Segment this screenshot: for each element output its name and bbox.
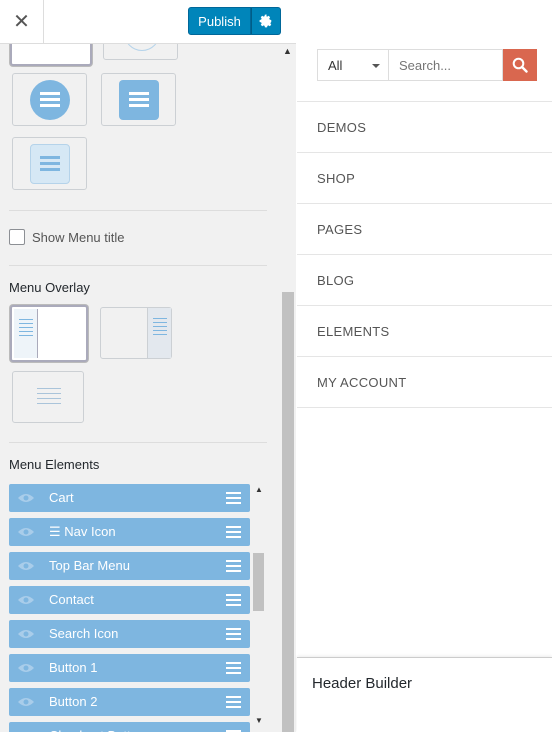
- customizer-topbar: ✕ Publish: [0, 0, 296, 44]
- square-menu-icon: [119, 80, 159, 120]
- scroll-down-arrow-icon[interactable]: ▼: [255, 716, 263, 725]
- eye-icon[interactable]: [17, 526, 35, 538]
- menu-element-label: ☰ Nav Icon: [49, 524, 116, 539]
- drag-handle-icon[interactable]: [226, 662, 241, 677]
- menu-overlay-title: Menu Overlay: [9, 280, 90, 295]
- show-menu-title-label: Show Menu title: [32, 230, 125, 245]
- menu-style-option-2[interactable]: [103, 44, 178, 60]
- menu-element-item[interactable]: Top Bar Menu: [9, 552, 250, 580]
- close-button[interactable]: ✕: [0, 0, 44, 43]
- show-menu-title-checkbox[interactable]: [9, 229, 25, 245]
- menu-elements-list: Cart ☰ Nav Icon Top Bar Menu Contact Search …: [9, 484, 250, 732]
- menu-elements-scroll-thumb[interactable]: [253, 553, 264, 611]
- search-icon: [512, 57, 528, 73]
- menu-style-option-circle[interactable]: [12, 73, 87, 126]
- nav-item[interactable]: BLOG: [297, 255, 552, 306]
- overlay-left-option[interactable]: [10, 305, 88, 362]
- search-button[interactable]: [503, 49, 537, 81]
- menu-style-option-outline[interactable]: [12, 137, 87, 190]
- nav-item[interactable]: ELEMENTS: [297, 306, 552, 357]
- overlay-full-icon: [37, 388, 61, 408]
- divider: [9, 210, 267, 211]
- header-builder-title: Header Builder: [312, 675, 413, 692]
- customizer-panel: ✕ Publish Show Menu title Menu Overlay M…: [0, 0, 296, 732]
- nav-item-label: ELEMENTS: [317, 324, 390, 339]
- panel-scroll-thumb[interactable]: [282, 292, 294, 732]
- nav-item-label: BLOG: [317, 273, 355, 288]
- divider: [9, 442, 267, 443]
- menu-element-label: Checkout Button: [49, 728, 145, 732]
- nav-item-label: DEMOS: [317, 120, 367, 135]
- nav-item-label: MY ACCOUNT: [317, 375, 407, 390]
- menu-element-label: Button 1: [49, 660, 98, 675]
- overlay-right-panel-icon: [147, 308, 171, 358]
- drag-handle-icon[interactable]: [226, 628, 241, 643]
- nav-item[interactable]: DEMOS: [297, 102, 552, 153]
- preview-header: All: [297, 0, 552, 102]
- menu-element-item[interactable]: Checkout Button: [9, 722, 250, 732]
- gear-icon: [259, 14, 272, 28]
- menu-element-label: Cart: [49, 490, 74, 505]
- menu-element-label: Search Icon: [49, 626, 119, 641]
- circle-icon: [124, 44, 160, 51]
- menu-style-option-square[interactable]: [101, 73, 176, 126]
- nav-item-label: SHOP: [317, 171, 356, 186]
- eye-icon[interactable]: [17, 492, 35, 504]
- drag-handle-icon[interactable]: [226, 696, 241, 711]
- scroll-up-arrow-icon[interactable]: ▲: [255, 485, 263, 494]
- drag-handle-icon[interactable]: [226, 594, 241, 609]
- category-select[interactable]: All: [317, 49, 389, 81]
- menu-elements-title: Menu Elements: [9, 457, 100, 472]
- chevron-down-icon: [372, 64, 380, 68]
- menu-element-label: Top Bar Menu: [49, 558, 130, 573]
- nav-item[interactable]: MY ACCOUNT: [297, 357, 552, 408]
- menu-element-item[interactable]: ☰ Nav Icon: [9, 518, 250, 546]
- overlay-full-option[interactable]: [12, 371, 84, 423]
- drag-handle-icon[interactable]: [226, 526, 241, 541]
- category-select-value: All: [328, 58, 343, 73]
- outline-menu-icon: [30, 144, 70, 184]
- nav-item[interactable]: SHOP: [297, 153, 552, 204]
- drag-handle-icon[interactable]: [226, 560, 241, 575]
- eye-icon[interactable]: [17, 560, 35, 572]
- menu-style-option-1[interactable]: [10, 44, 92, 66]
- menu-element-item[interactable]: Search Icon: [9, 620, 250, 648]
- menu-element-item[interactable]: Cart: [9, 484, 250, 512]
- eye-icon[interactable]: [17, 662, 35, 674]
- menu-element-label: Button 2: [49, 694, 98, 709]
- publish-button[interactable]: Publish: [188, 7, 251, 35]
- circle-menu-icon: [30, 80, 70, 120]
- overlay-left-panel-icon: [14, 309, 38, 358]
- menu-element-label: Contact: [49, 592, 94, 607]
- publish-settings-button[interactable]: [251, 7, 281, 35]
- panel-scroll-up-icon[interactable]: ▲: [283, 46, 292, 56]
- header-builder-bar[interactable]: Header Builder: [297, 657, 552, 732]
- eye-icon[interactable]: [17, 696, 35, 708]
- menu-element-item[interactable]: Button 1: [9, 654, 250, 682]
- overlay-right-option[interactable]: [100, 307, 172, 359]
- search-input[interactable]: [389, 49, 503, 81]
- eye-icon[interactable]: [17, 594, 35, 606]
- menu-element-item[interactable]: Button 2: [9, 688, 250, 716]
- nav-item[interactable]: PAGES: [297, 204, 552, 255]
- divider: [9, 265, 267, 266]
- eye-icon[interactable]: [17, 628, 35, 640]
- drag-handle-icon[interactable]: [226, 492, 241, 507]
- menu-element-item[interactable]: Contact: [9, 586, 250, 614]
- nav-item-label: PAGES: [317, 222, 363, 237]
- site-preview: All DEMOS SHOP PAGES BLOG ELEMENTS MY ACCOUNT…: [297, 0, 552, 732]
